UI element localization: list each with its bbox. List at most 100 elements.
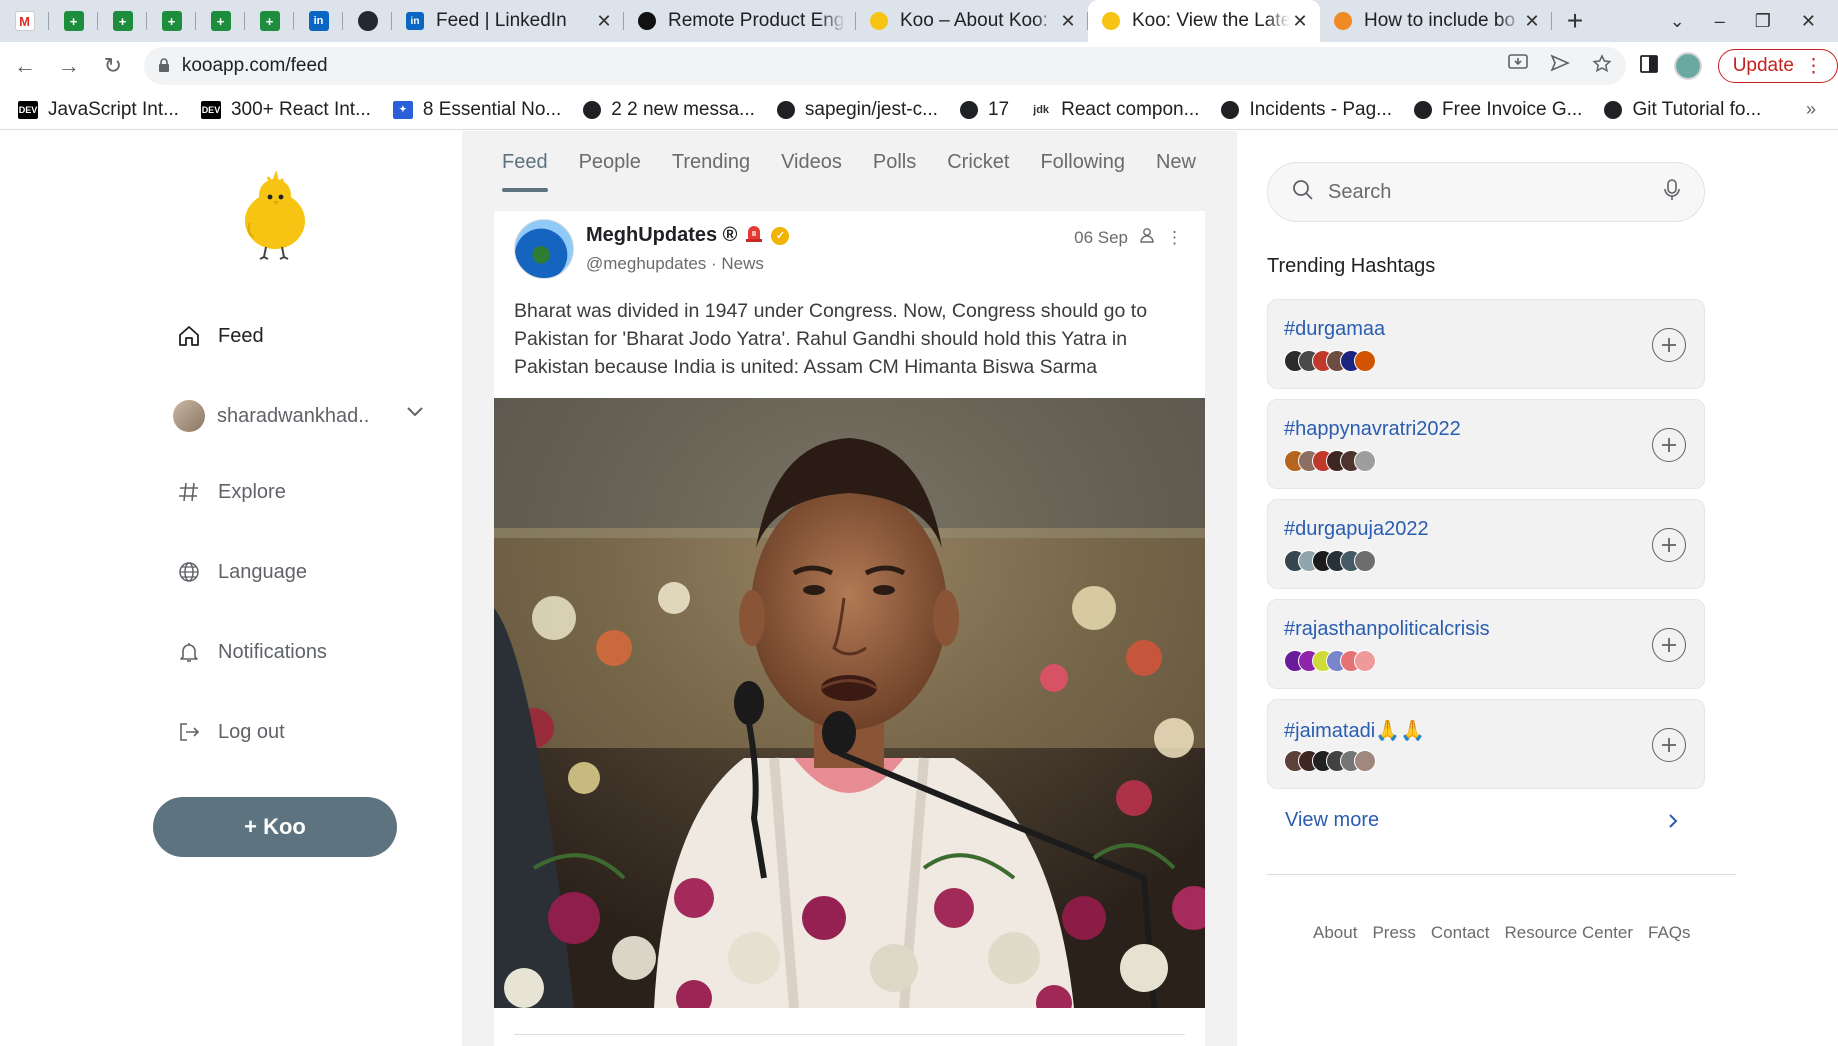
- bookmark-item[interactable]: Incidents - Pag...: [1221, 99, 1392, 121]
- follow-hashtag-plus-icon[interactable]: [1652, 728, 1686, 762]
- pinned-tab-sheets[interactable]: +: [245, 0, 294, 42]
- tab-how-to-include[interactable]: How to include bo ✕: [1320, 0, 1552, 42]
- post-author[interactable]: MeghUpdates ® ✓: [586, 223, 790, 248]
- side-panel-icon[interactable]: [1639, 54, 1658, 78]
- bookmark-label: 8 Essential No...: [422, 98, 562, 120]
- follow-hashtag-plus-icon[interactable]: [1652, 328, 1686, 362]
- footer-contact-link[interactable]: Contact: [1431, 923, 1490, 943]
- tab-cricket[interactable]: Cricket: [947, 151, 1009, 192]
- tab-people[interactable]: People: [579, 151, 641, 192]
- footer-resource-center-link[interactable]: Resource Center: [1505, 923, 1634, 943]
- footer-faqs-link[interactable]: FAQs: [1648, 923, 1691, 943]
- follow-user-icon[interactable]: [1140, 227, 1154, 248]
- nav-explore[interactable]: Explore: [176, 479, 286, 505]
- nav-notifications[interactable]: Notifications: [176, 639, 327, 665]
- bookmark-item[interactable]: DEV JavaScript Int...: [18, 99, 179, 121]
- pinned-tab-sheets[interactable]: +: [196, 0, 245, 42]
- footer-about-link[interactable]: About: [1313, 923, 1357, 943]
- mic-icon[interactable]: [1664, 178, 1680, 206]
- divider: [514, 1034, 1185, 1035]
- close-icon[interactable]: ✕: [1290, 11, 1310, 32]
- bookmark-item[interactable]: DEV 300+ React Int...: [200, 99, 371, 121]
- pinned-tab-gmail[interactable]: M: [0, 0, 49, 42]
- hashtag-label[interactable]: #durgapuja2022: [1284, 518, 1429, 541]
- hashtag-label[interactable]: #happynavratri2022: [1284, 418, 1461, 441]
- nav-feed[interactable]: Feed: [176, 323, 264, 349]
- follow-hashtag-plus-icon[interactable]: [1652, 628, 1686, 662]
- hashtag-label[interactable]: #rajasthanpoliticalcrisis: [1284, 618, 1490, 641]
- koo-logo[interactable]: [242, 171, 308, 261]
- reload-icon[interactable]: ↻: [94, 53, 132, 79]
- pinned-tab-linkedin[interactable]: in: [294, 0, 343, 42]
- pinned-tab-github[interactable]: [343, 0, 392, 42]
- post-image[interactable]: [494, 398, 1205, 1008]
- close-icon[interactable]: ✕: [594, 11, 614, 32]
- chevron-down-icon[interactable]: [406, 406, 424, 418]
- bookmark-item[interactable]: 2 2 new messa...: [583, 99, 755, 121]
- bookmark-item[interactable]: Git Tutorial fo...: [1604, 99, 1761, 121]
- post-author-avatar[interactable]: [514, 219, 574, 279]
- restore-icon[interactable]: ❐: [1755, 11, 1771, 32]
- follow-hashtag-plus-icon[interactable]: [1652, 428, 1686, 462]
- follow-hashtag-plus-icon[interactable]: [1652, 528, 1686, 562]
- hashtag-avatars: [1284, 450, 1376, 472]
- tab-remote-product[interactable]: Remote Product Eng: [624, 0, 856, 42]
- back-icon[interactable]: ←: [6, 53, 44, 79]
- pinned-tab-sheets[interactable]: +: [98, 0, 147, 42]
- update-button[interactable]: Update ⋮: [1717, 49, 1838, 83]
- hashtag-card[interactable]: #rajasthanpoliticalcrisis: [1267, 599, 1705, 689]
- footer-press-link[interactable]: Press: [1372, 923, 1415, 943]
- chevron-right-icon[interactable]: [1667, 812, 1679, 830]
- bookmarks-overflow-icon[interactable]: »: [1806, 99, 1816, 120]
- url-text[interactable]: kooapp.com/feed: [182, 55, 1508, 77]
- install-app-icon[interactable]: [1507, 53, 1528, 79]
- window-close-icon[interactable]: ✕: [1801, 11, 1816, 32]
- tab-koo-feed[interactable]: Koo: View the Late ✕: [1088, 0, 1320, 42]
- hashtag-card[interactable]: #durgapuja2022: [1267, 499, 1705, 589]
- hashtag-card[interactable]: #jaimatadi🙏🙏: [1267, 699, 1705, 789]
- send-icon[interactable]: [1550, 53, 1570, 79]
- hashtag-card[interactable]: #durgamaa: [1267, 299, 1705, 389]
- pinned-tab-sheets[interactable]: +: [49, 0, 98, 42]
- tab-trending[interactable]: Trending: [672, 151, 750, 192]
- tab-linkedin[interactable]: in Feed | LinkedIn ✕: [392, 0, 624, 42]
- hashtag-label[interactable]: #durgamaa: [1284, 318, 1385, 341]
- search-bar[interactable]: Search: [1267, 162, 1705, 222]
- bookmark-item[interactable]: sapegin/jest-c...: [776, 99, 938, 121]
- post-handle[interactable]: @meghupdates · News: [586, 254, 764, 274]
- tab-following[interactable]: Following: [1040, 151, 1124, 192]
- search-icon: [1292, 179, 1314, 206]
- more-options-icon[interactable]: ⋮: [1166, 228, 1183, 248]
- tab-polls[interactable]: Polls: [873, 151, 916, 192]
- bookmark-item[interactable]: ✦ 8 Essential No...: [392, 98, 562, 121]
- bookmark-item[interactable]: 17: [959, 99, 1009, 121]
- view-more-link[interactable]: View more: [1285, 809, 1379, 832]
- new-tab-button[interactable]: +: [1552, 5, 1598, 37]
- hashtag-card[interactable]: #happynavratri2022: [1267, 399, 1705, 489]
- bookmark-star-icon[interactable]: [1592, 53, 1612, 79]
- bookmark-item[interactable]: Free Invoice G...: [1414, 99, 1582, 121]
- search-input[interactable]: Search: [1328, 181, 1664, 204]
- tab-videos[interactable]: Videos: [781, 151, 842, 192]
- tab-search-icon[interactable]: ⌄: [1670, 11, 1685, 32]
- minimize-icon[interactable]: –: [1715, 11, 1725, 32]
- nav-logout[interactable]: Log out: [176, 719, 285, 745]
- tab-new[interactable]: New: [1156, 151, 1196, 192]
- omnibox[interactable]: kooapp.com/feed: [143, 47, 1626, 85]
- forward-icon[interactable]: →: [50, 53, 88, 79]
- close-icon[interactable]: ✕: [1058, 11, 1078, 32]
- tab-koo-about[interactable]: Koo – About Koo: ✕: [856, 0, 1088, 42]
- pinned-tab-sheets[interactable]: +: [147, 0, 196, 42]
- post-author-name[interactable]: MeghUpdates ®: [586, 224, 737, 247]
- lock-icon[interactable]: [158, 57, 170, 75]
- create-koo-button[interactable]: + Koo: [153, 797, 397, 857]
- profile-avatar[interactable]: [1673, 52, 1702, 80]
- bookmark-item[interactable]: jdk React compon...: [1031, 99, 1199, 121]
- hashtag-label[interactable]: #jaimatadi🙏🙏: [1284, 718, 1425, 743]
- tab-feed[interactable]: Feed: [502, 151, 548, 192]
- nav-profile[interactable]: sharadwankhad..: [173, 400, 369, 432]
- feed-tabs: Feed People Trending Videos Polls Cricke…: [502, 151, 1196, 192]
- dev-icon: DEV: [200, 100, 221, 119]
- close-icon[interactable]: ✕: [1522, 11, 1542, 32]
- nav-language[interactable]: Language: [176, 559, 307, 585]
